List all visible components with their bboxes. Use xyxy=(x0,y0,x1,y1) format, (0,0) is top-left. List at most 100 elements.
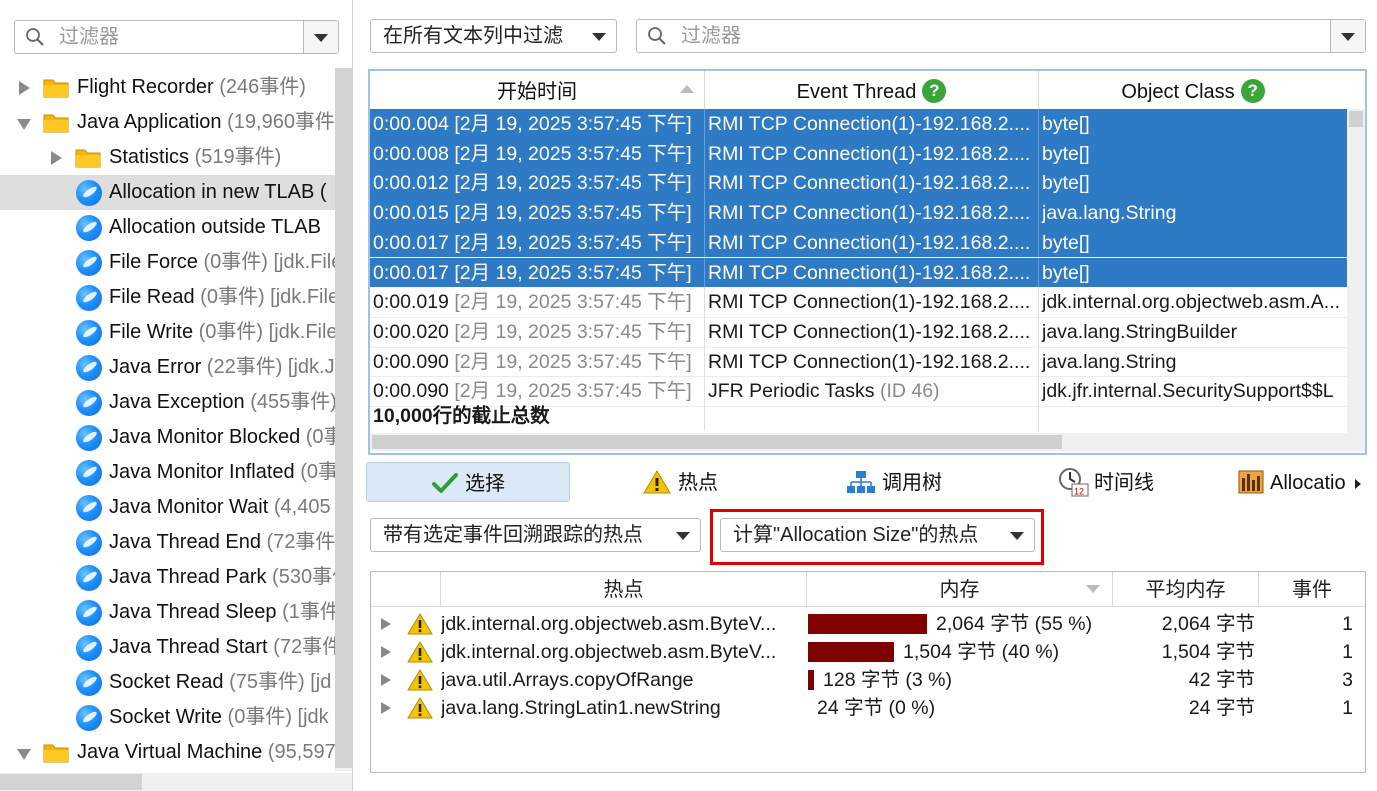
table-row[interactable]: 0:00.015 [2月 19, 2025 3:57:45 下午] RMI TCP… xyxy=(370,198,1347,228)
help-icon[interactable]: ? xyxy=(922,78,947,103)
event-type-icon xyxy=(76,180,102,206)
events-horizontal-scrollbar[interactable] xyxy=(370,433,1347,451)
tree-item[interactable]: Java Thread Park (530事件 xyxy=(0,560,335,595)
cell-hotspot: jdk.internal.org.objectweb.asm.ByteV... xyxy=(441,641,777,663)
column-header-events[interactable]: 事件 xyxy=(1259,572,1365,607)
tree-item[interactable]: Java Monitor Blocked (0事 xyxy=(0,420,335,455)
cell-text: byte[] xyxy=(1042,113,1090,135)
memory-bar xyxy=(808,670,814,690)
expand-right-icon[interactable] xyxy=(19,81,30,95)
cell-text: JFR Periodic Tasks xyxy=(708,380,875,403)
tab-call-tree[interactable]: 调用树 xyxy=(846,462,942,502)
tree-item[interactable]: File Write (0事件) [jdk.File xyxy=(0,315,335,350)
tree-item[interactable]: Java Monitor Wait (4,405 xyxy=(0,490,335,525)
expand-down-icon[interactable] xyxy=(17,119,31,130)
table-row[interactable]: java.util.Arrays.copyOfRange 128 字节 (3 %)… xyxy=(371,666,1365,694)
tree-item[interactable]: Socket Read (75事件) [jd xyxy=(0,665,335,700)
column-filter-select[interactable]: 在所有文本列中过滤 xyxy=(370,19,617,53)
tree-item-name: Statistics xyxy=(109,146,190,168)
tree-item[interactable]: Flight Recorder (246事件) xyxy=(0,70,335,105)
left-filter-dropdown-button[interactable] xyxy=(303,21,338,53)
cell-events: 1 xyxy=(1342,697,1353,719)
event-type-icon xyxy=(76,460,102,486)
tree-item[interactable]: Java Exception (455事件) xyxy=(0,385,335,420)
cell-text: [2月 19, 2025 3:57:45 下午] xyxy=(448,320,692,343)
tree-item[interactable]: File Force (0事件) [jdk.File xyxy=(0,245,335,280)
column-header-avg-memory[interactable]: 平均内存 xyxy=(1113,572,1259,607)
tree-item[interactable]: Java Application (19,960事件) xyxy=(0,105,335,140)
table-filter-dropdown-button[interactable] xyxy=(1330,20,1365,52)
tab-hotspots[interactable]: 热点 xyxy=(642,462,718,502)
table-row[interactable]: 0:00.019 [2月 19, 2025 3:57:45 下午] RMI TCP… xyxy=(370,287,1347,318)
expand-right-icon[interactable] xyxy=(51,151,62,165)
folder-icon xyxy=(43,79,69,98)
total-count-label: 10,000行的截止总数 xyxy=(370,401,705,431)
table-row[interactable]: 0:00.020 [2月 19, 2025 3:57:45 下午] RMI TCP… xyxy=(370,316,1347,348)
cell-text: [2月 19, 2025 3:57:45 下午] xyxy=(448,172,692,195)
tree-item-count: (72事件 xyxy=(267,636,335,658)
scrollbar-thumb[interactable] xyxy=(1349,111,1363,127)
event-type-icon xyxy=(76,285,102,311)
table-row[interactable]: 0:00.012 [2月 19, 2025 3:57:45 下午] RMI TCP… xyxy=(370,168,1347,199)
scrollbar-thumb[interactable] xyxy=(335,68,352,768)
cell-object-class: jdk.internal.org.objectweb.asm.A... xyxy=(1039,287,1347,317)
tab-timeline[interactable]: 12 时间线 xyxy=(1058,462,1154,502)
table-row[interactable]: 0:00.017 [2月 19, 2025 3:57:45 下午] RMI TCP… xyxy=(370,227,1347,258)
scrollbar-thumb[interactable] xyxy=(0,774,142,790)
expand-right-icon[interactable] xyxy=(381,702,391,714)
column-header-object-class[interactable]: Object Class? xyxy=(1039,71,1347,109)
table-filter-input[interactable]: 过滤器 xyxy=(681,20,741,52)
table-row[interactable]: jdk.internal.org.objectweb.asm.ByteV... 1… xyxy=(371,638,1365,666)
column-header-start-time[interactable]: 开始时间 xyxy=(370,71,705,109)
column-header-memory[interactable]: 内存 xyxy=(807,572,1113,607)
left-filter-combo[interactable]: 过滤器 xyxy=(14,20,339,54)
expand-down-icon[interactable] xyxy=(17,749,31,760)
tree-item[interactable]: Allocation outside TLAB xyxy=(0,210,335,245)
table-row[interactable]: 0:00.004 [2月 19, 2025 3:57:45 下午] RMI TCP… xyxy=(370,109,1347,139)
table-row[interactable]: 0:00.090 [2月 19, 2025 3:57:45 下午] RMI TCP… xyxy=(370,346,1347,378)
tree-item[interactable]: Statistics (519事件) xyxy=(0,140,335,175)
expand-right-icon[interactable] xyxy=(381,618,391,630)
tree-item[interactable]: Socket Write (0事件) [jdk xyxy=(0,700,335,735)
left-filter-input[interactable]: 过滤器 xyxy=(59,21,119,53)
tree-item[interactable]: Java Monitor Inflated (0事 xyxy=(0,455,335,490)
table-row[interactable]: 0:00.008 [2月 19, 2025 3:57:45 下午] RMI TCP… xyxy=(370,138,1347,169)
tree-item-name: Java Application xyxy=(77,111,222,133)
tree-item-label: File Read (0事件) [jdk.File xyxy=(109,280,335,315)
tree-item[interactable]: Java Thread Sleep (1事件 xyxy=(0,595,335,630)
more-tabs-icon[interactable] xyxy=(1355,478,1362,489)
column-header-hotspot[interactable]: 热点 xyxy=(441,572,807,607)
scrollbar-thumb[interactable] xyxy=(372,435,1062,449)
sort-ascending-icon xyxy=(680,85,694,93)
left-vertical-scrollbar[interactable] xyxy=(335,68,352,771)
events-vertical-scrollbar[interactable] xyxy=(1347,109,1365,451)
table-row[interactable]: 0:00.017 [2月 19, 2025 3:57:45 下午] RMI TCP… xyxy=(370,257,1347,288)
cell-text: [2月 19, 2025 3:57:45 下午] xyxy=(448,261,692,284)
tree-item[interactable]: Java Thread End (72事件 xyxy=(0,525,335,560)
help-icon[interactable]: ? xyxy=(1240,78,1265,103)
sort-descending-icon xyxy=(1086,585,1100,593)
tree-item[interactable]: Java Thread Start (72事件 xyxy=(0,630,335,665)
tree-item[interactable]: Java Error (22事件) [jdk.Ja xyxy=(0,350,335,385)
column-header-event-thread[interactable]: Event Thread? xyxy=(705,71,1039,109)
event-type-icon xyxy=(76,600,102,626)
tab-allocation[interactable]: Allocatio xyxy=(1238,462,1362,502)
tab-selection[interactable]: 选择 xyxy=(366,462,570,502)
table-row[interactable]: java.lang.StringLatin1.newString 24 字节 (0… xyxy=(371,694,1365,722)
tree-item[interactable]: File Read (0事件) [jdk.File xyxy=(0,280,335,315)
cell-object-class: byte[] xyxy=(1039,258,1347,288)
expand-right-icon[interactable] xyxy=(381,674,391,686)
hotspot-mode-select[interactable]: 带有选定事件回溯跟踪的热点 xyxy=(370,518,701,552)
panel-divider[interactable] xyxy=(352,0,353,791)
memory-bar xyxy=(808,642,894,662)
table-filter-combo[interactable]: 过滤器 xyxy=(636,19,1366,53)
tree-item[interactable]: Allocation in new TLAB ( xyxy=(0,175,335,210)
cell-text: RMI TCP Connection(1)-192.168.2.... xyxy=(708,320,1031,343)
table-row[interactable]: jdk.internal.org.objectweb.asm.ByteV... 2… xyxy=(371,610,1365,638)
left-horizontal-scrollbar[interactable] xyxy=(0,773,352,791)
tree-item[interactable]: Java Virtual Machine (95,597 xyxy=(0,735,335,770)
cell-memory: 24 字节 (0 %) xyxy=(817,697,936,719)
column-header-label: Event Thread xyxy=(796,81,917,103)
expand-right-icon[interactable] xyxy=(381,646,391,658)
highlight-box xyxy=(710,509,1044,565)
